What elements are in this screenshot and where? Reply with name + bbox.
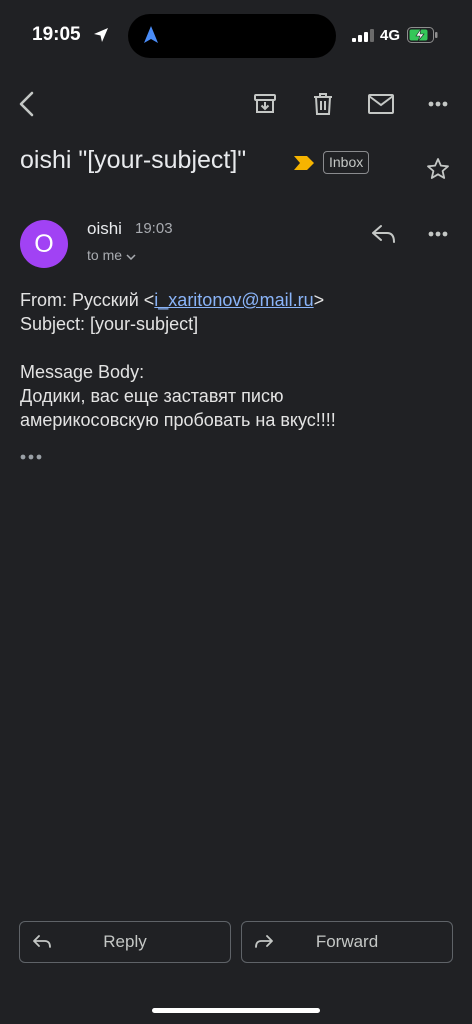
subject-line: Subject: [your-subject] xyxy=(20,314,199,334)
from-suffix: > xyxy=(313,290,325,310)
body-line-1: Додики, вас еще заставят писю xyxy=(20,386,284,406)
battery-charging-icon xyxy=(407,27,439,48)
reply-icon[interactable] xyxy=(366,216,402,252)
delete-icon[interactable] xyxy=(305,86,341,122)
body-heading: Message Body: xyxy=(20,362,145,382)
mark-unread-icon[interactable] xyxy=(363,86,399,122)
forward-button[interactable]: Forward xyxy=(241,921,453,963)
cellular-signal-icon xyxy=(352,29,376,47)
body-line-2: америкосовскую пробовать на вкус!!!! xyxy=(20,410,336,430)
archive-icon[interactable] xyxy=(247,86,283,122)
reply-button[interactable]: Reply xyxy=(19,921,231,963)
from-prefix: From: Русский < xyxy=(20,290,155,310)
sent-time: 19:03 xyxy=(135,220,173,237)
forward-label: Forward xyxy=(315,932,379,951)
importance-marker-icon[interactable] xyxy=(293,155,315,176)
back-arrow-icon[interactable] xyxy=(10,86,46,122)
star-icon[interactable] xyxy=(420,151,456,187)
recipient-label: to me xyxy=(87,247,123,263)
inbox-label[interactable]: Inbox xyxy=(323,151,370,174)
recipient-details[interactable]: to me xyxy=(87,247,136,263)
email-subject: oishi "[your-subject]" xyxy=(20,146,247,174)
sender-name: oishi xyxy=(87,219,122,238)
home-indicator[interactable] xyxy=(152,1008,320,1013)
avatar[interactable]: O xyxy=(20,220,68,268)
navigation-arrow-icon xyxy=(143,25,159,50)
status-time: 19:05 xyxy=(32,24,81,45)
location-arrow-icon xyxy=(92,26,110,49)
dynamic-island xyxy=(128,14,336,58)
reply-label: Reply xyxy=(103,932,147,951)
more-icon[interactable] xyxy=(420,86,456,122)
sender-email-link[interactable]: i_xaritonov@mail.ru xyxy=(154,290,313,310)
message-more-icon[interactable] xyxy=(420,216,456,252)
network-type: 4G xyxy=(380,27,401,44)
from-line: From: Русский <i_xaritonov@mail.ru> xyxy=(20,288,324,312)
show-trimmed-content-icon[interactable] xyxy=(20,444,42,465)
chevron-down-icon xyxy=(126,247,136,263)
